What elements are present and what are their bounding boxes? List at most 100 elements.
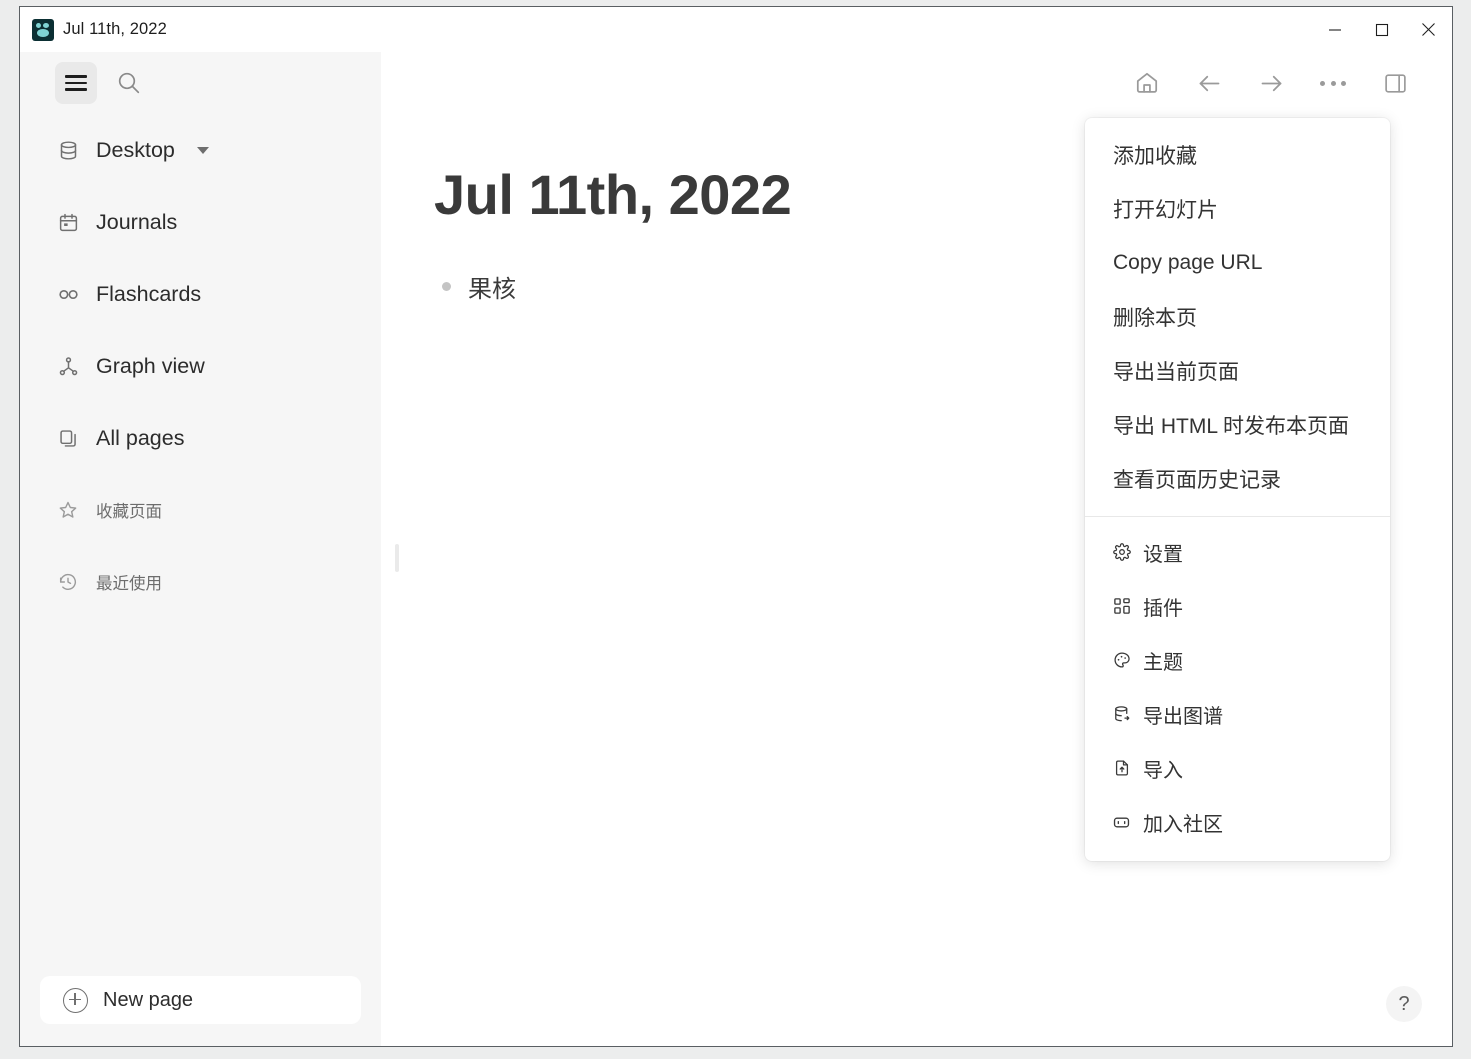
database-export-icon [1111, 704, 1132, 725]
main-toolbar [381, 52, 1452, 114]
title-bar: Jul 11th, 2022 [20, 7, 1452, 52]
search-icon [118, 72, 140, 94]
new-page-button[interactable]: New page [40, 976, 361, 1024]
menu-item-label: 插件 [1143, 597, 1183, 620]
chevron-down-icon [196, 146, 209, 154]
sidebar-item-graph-view[interactable]: Graph view [20, 344, 381, 388]
menu-item-import[interactable]: 导入 [1085, 741, 1390, 795]
menu-item-export-graph[interactable]: 导出图谱 [1085, 687, 1390, 741]
menu-item-label: Copy page URL [1113, 251, 1263, 274]
minimize-button[interactable] [1311, 7, 1358, 52]
menu-toggle-button[interactable] [55, 62, 97, 104]
forward-button[interactable] [1254, 66, 1288, 100]
calendar-icon [56, 210, 80, 234]
left-sidebar: Desktop Journals Flashcards Graph view A… [20, 52, 381, 1046]
sidebar-item-journals[interactable]: Journals [20, 200, 381, 244]
block-bullet-icon[interactable] [442, 281, 451, 291]
graph-icon [56, 354, 80, 378]
plus-circle-icon [63, 987, 88, 1013]
sidebar-nav: Desktop Journals Flashcards Graph view A… [20, 114, 381, 604]
new-page-label: New page [103, 988, 194, 1011]
right-sidebar-toggle-icon [1384, 73, 1406, 93]
database-icon [56, 138, 80, 162]
menu-item-plugins[interactable]: 插件 [1085, 579, 1390, 633]
close-icon [1422, 23, 1435, 36]
hamburger-icon [65, 71, 87, 95]
sidebar-item-label: All pages [96, 425, 185, 450]
menu-item-label: 导出当前页面 [1113, 361, 1239, 384]
menu-item-delete-page[interactable]: 删除本页 [1085, 290, 1390, 344]
menu-item-copy-page-url[interactable]: Copy page URL [1085, 236, 1390, 290]
menu-item-label: 删除本页 [1113, 307, 1197, 330]
search-button[interactable] [109, 63, 149, 103]
sidebar-item-flashcards[interactable]: Flashcards [20, 272, 381, 316]
more-horizontal-icon [1320, 80, 1346, 86]
arrow-right-icon [1261, 75, 1281, 91]
menu-item-add-favorite[interactable]: 添加收藏 [1085, 128, 1390, 182]
menu-item-export-page[interactable]: 导出当前页面 [1085, 344, 1390, 398]
window-title: Jul 11th, 2022 [63, 20, 167, 38]
home-button[interactable] [1130, 66, 1164, 100]
gear-icon [1111, 542, 1132, 563]
sidebar-item-recent[interactable]: 最近使用 [20, 560, 381, 604]
sidebar-item-favorites[interactable]: 收藏页面 [20, 488, 381, 532]
file-import-icon [1111, 758, 1132, 779]
back-button[interactable] [1192, 66, 1226, 100]
title-bar-left: Jul 11th, 2022 [20, 18, 167, 41]
infinity-icon [56, 282, 80, 306]
menu-item-label: 主题 [1143, 651, 1183, 674]
menu-item-label: 查看页面历史记录 [1113, 469, 1281, 492]
sidebar-item-all-pages[interactable]: All pages [20, 416, 381, 460]
maximize-icon [1375, 23, 1388, 36]
puzzle-grid-icon [1111, 596, 1132, 617]
menu-divider [1085, 516, 1390, 517]
discord-icon [1111, 812, 1132, 833]
menu-item-themes[interactable]: 主题 [1085, 633, 1390, 687]
pages-icon [56, 426, 80, 450]
block-text[interactable]: 果核 [468, 269, 516, 304]
sidebar-toolbar [20, 52, 381, 114]
menu-item-label: 导入 [1143, 759, 1183, 782]
logseq-logo-icon [32, 18, 54, 41]
menu-item-label: 设置 [1143, 543, 1183, 566]
history-icon [56, 570, 80, 594]
page-options-dropdown: 添加收藏 打开幻灯片 Copy page URL 删除本页 导出当前页面 导出 … [1085, 118, 1390, 861]
palette-icon [1111, 650, 1132, 671]
star-icon [56, 498, 80, 522]
sidebar-item-label: Journals [96, 209, 178, 234]
right-sidebar-toggle-button[interactable] [1378, 66, 1412, 100]
menu-item-label: 导出 HTML 时发布本页面 [1113, 415, 1350, 438]
menu-item-label: 添加收藏 [1113, 145, 1197, 168]
window-controls [1311, 7, 1452, 52]
sidebar-item-desktop[interactable]: Desktop [20, 128, 381, 172]
menu-item-join-community[interactable]: 加入社区 [1085, 795, 1390, 849]
menu-item-label: 导出图谱 [1143, 705, 1223, 728]
help-button[interactable]: ? [1386, 986, 1422, 1022]
menu-item-page-history[interactable]: 查看页面历史记录 [1085, 452, 1390, 506]
window-body: Desktop Journals Flashcards Graph view A… [20, 52, 1452, 1046]
sidebar-item-label: 最近使用 [96, 575, 162, 593]
more-options-button[interactable] [1316, 66, 1350, 100]
home-icon [1136, 72, 1158, 93]
sidebar-item-label: Flashcards [96, 281, 202, 306]
maximize-button[interactable] [1358, 7, 1405, 52]
arrow-left-icon [1199, 75, 1219, 91]
menu-item-open-slideshow[interactable]: 打开幻灯片 [1085, 182, 1390, 236]
sidebar-item-label: Graph view [96, 353, 205, 378]
sidebar-resize-handle[interactable] [395, 544, 399, 572]
sidebar-item-label: Desktop [96, 137, 175, 162]
sidebar-footer: New page [20, 976, 381, 1046]
menu-item-settings[interactable]: 设置 [1085, 525, 1390, 579]
close-button[interactable] [1405, 7, 1452, 52]
minimize-icon [1328, 28, 1341, 31]
menu-item-label: 打开幻灯片 [1113, 199, 1218, 222]
sidebar-item-label: 收藏页面 [96, 503, 162, 521]
app-window: Jul 11th, 2022 Desktop Journals Flashcar… [19, 6, 1453, 1047]
menu-item-publish-on-html-export[interactable]: 导出 HTML 时发布本页面 [1085, 398, 1390, 452]
